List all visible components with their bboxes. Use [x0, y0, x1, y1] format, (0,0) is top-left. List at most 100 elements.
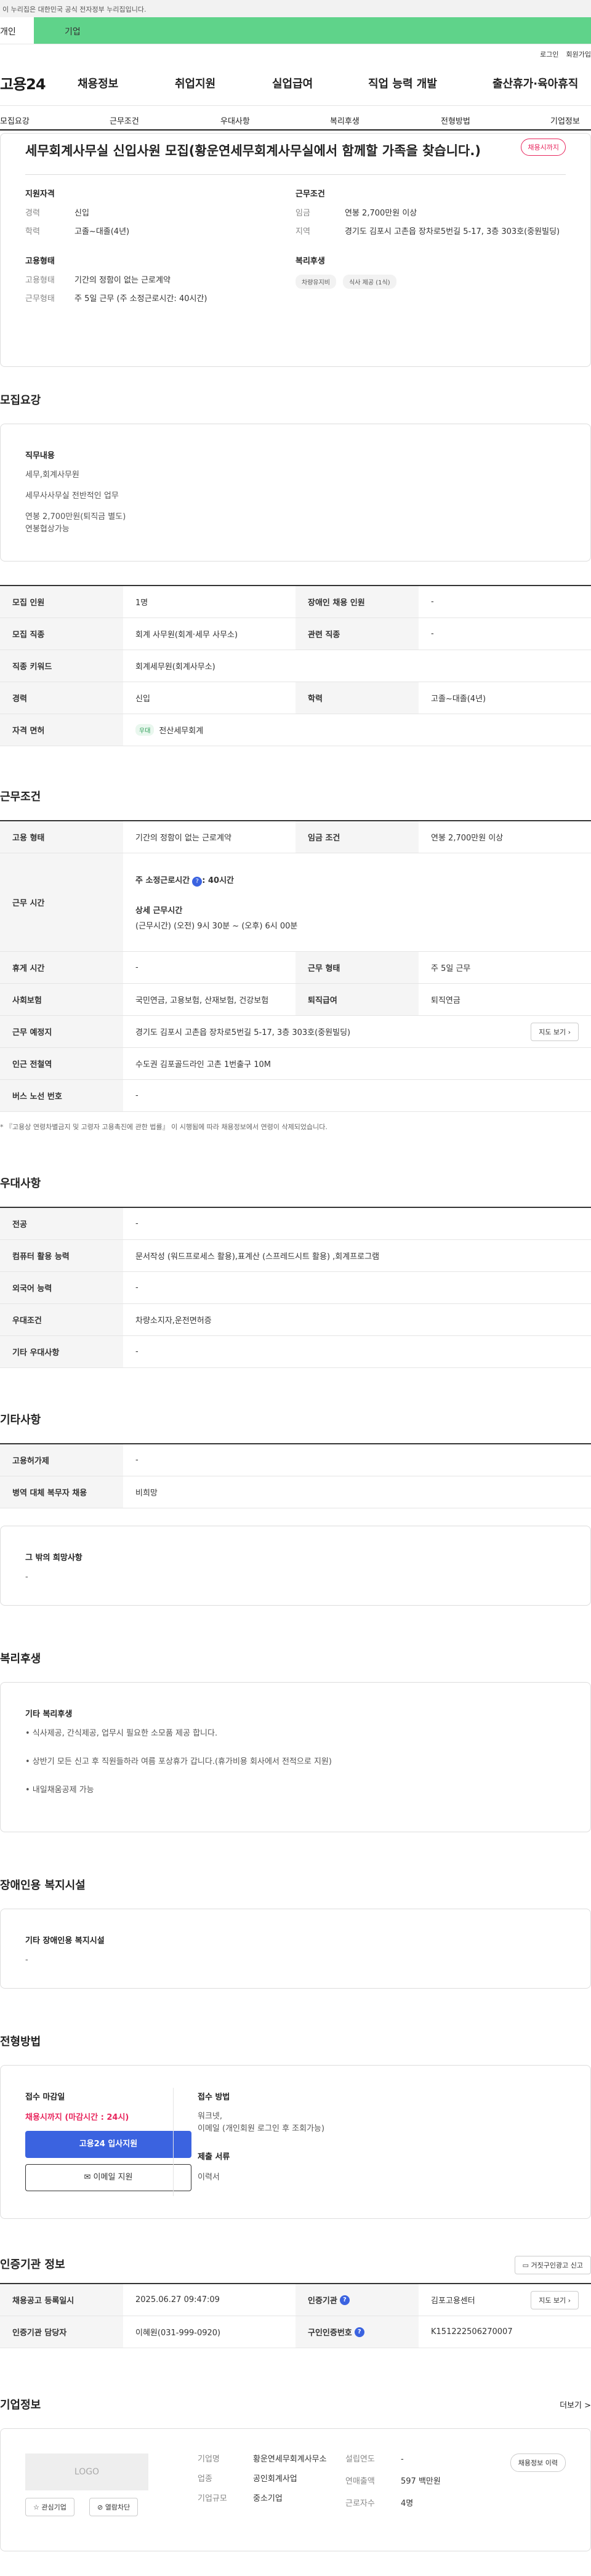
- table-header-cell: 관련 직종: [296, 618, 419, 650]
- table-row: 근무 예정지 경기도 김포시 고촌읍 장차로5번길 5-17, 3층 303호(…: [0, 1016, 591, 1048]
- block-icon: ⊘: [97, 2503, 103, 2511]
- table-header-cell: 기타 우대사항: [0, 1336, 123, 1367]
- table-row: 근무 시간 주 소정근로시간?: 40시간 상세 근무시간 (근무시간) (오전…: [0, 853, 591, 952]
- table-cell: -: [431, 629, 434, 638]
- table-cell: K151222506270007: [431, 2327, 513, 2337]
- duty-line: 연봉협상가능: [25, 525, 70, 534]
- gnb-item-unemployment-benefit[interactable]: 실업급여: [272, 75, 313, 91]
- email-apply-label: 이메일 지원: [93, 2173, 133, 2182]
- cert-number-label: 구인인증번호: [308, 2328, 352, 2338]
- table-header-cell: 직종 키워드: [0, 650, 123, 682]
- section-title-recruit: 모집요강: [0, 394, 41, 407]
- anchor-welfare[interactable]: 복리후생: [330, 115, 360, 126]
- favorite-company-button[interactable]: ☆ 관심기업: [25, 2498, 74, 2516]
- table-cell: -: [135, 963, 139, 972]
- license-value: 전산세무회계: [159, 727, 204, 736]
- false-ad-report-button[interactable]: ▭ 거짓구인광고 신고: [514, 2256, 591, 2274]
- deadline-value: 채용시까지 (마감시간 : 24시): [25, 2113, 129, 2122]
- table-header-cell: 인증기관 담당자: [0, 2316, 123, 2348]
- gnb-item-jobs[interactable]: 채용정보: [78, 75, 118, 91]
- table-header-cell: 병역 대체 복무자 채용: [0, 1476, 123, 1508]
- cond-key: 지역: [296, 227, 310, 236]
- table-cell: -: [135, 1091, 139, 1100]
- tab-company[interactable]: 기업: [34, 17, 591, 44]
- gnb-item-skill-development[interactable]: 직업 능력 개발: [368, 75, 437, 91]
- gov-banner: 이 누리집은 대한민국 공식 전자정부 누리집입니다.: [0, 0, 591, 17]
- cert-org-label: 인증기관: [308, 2296, 337, 2306]
- table-header-cell: 경력: [0, 682, 123, 714]
- map-button-label: 지도 보기: [539, 1028, 566, 1036]
- section-title-pref: 우대사항: [0, 1177, 41, 1190]
- company-key: 기업명: [198, 2455, 220, 2464]
- duty-line: 연봉 2,700만원(퇴직금 별도): [25, 512, 126, 521]
- gnb-item-employment-support[interactable]: 취업지원: [175, 75, 215, 91]
- anchor-company[interactable]: 기업정보: [550, 115, 580, 126]
- pref-table: 전공 - 컴퓨터 활용 능력 문서작성 (워드프로세스 활용),표계산 (스프레…: [0, 1207, 591, 1368]
- map-button[interactable]: 지도 보기 ›: [531, 1022, 579, 1041]
- welfare-box: 기타 복리후생 • 식사제공, 간식제공, 업무시 필요한 소모품 제공 합니다…: [0, 1682, 591, 1832]
- anchor-pref[interactable]: 우대사항: [220, 115, 250, 126]
- table-header-cell: 전공: [0, 1208, 123, 1239]
- table-row: 고용 형태 기간의 정함이 없는 근로계약 임금 조건 연봉 2,700만원 이…: [0, 821, 591, 853]
- join-link[interactable]: 회원가입: [566, 49, 591, 60]
- condition-heading: 근무조건: [296, 190, 325, 199]
- anchor-recruit[interactable]: 모집요강: [0, 115, 30, 126]
- company-box: LOGO ☆ 관심기업 ⊘ 열람차단 기업명 황운연세무회계사무소 업종 공인회계사…: [0, 2428, 591, 2551]
- table-cell: 기간의 정함이 없는 근로계약: [135, 834, 231, 843]
- preferred-chip: 우대: [135, 724, 155, 736]
- table-header-cell: 학력: [296, 682, 419, 714]
- map-button[interactable]: 지도 보기 ›: [531, 2290, 579, 2309]
- anchor-work[interactable]: 근무조건: [110, 115, 139, 126]
- anchor-nav: 모집요강 근무조건 우대사항 복리후생 전형방법 기업정보: [0, 106, 591, 131]
- apply-button[interactable]: 고용24 입사지원: [25, 2131, 191, 2158]
- qual-value: 신입: [74, 209, 89, 218]
- company-key: 기업규모: [198, 2494, 227, 2503]
- tab-personal[interactable]: 개인: [0, 17, 34, 44]
- cond-value: 경기도 김포시 고촌읍 장차로5번길 5-17, 3층 303호(중원빌딩): [345, 227, 560, 236]
- cond-value: 연봉 2,700만원 이상: [345, 209, 417, 218]
- table-cell: 우대 전산세무회계: [123, 714, 591, 746]
- table-row: 직종 키워드 회계세무원(회계사무소): [0, 650, 591, 682]
- weekly-hours-label: 주 소정근로시간: [135, 876, 190, 885]
- welfare-box-heading: 기타 복리후생: [25, 1710, 73, 1719]
- table-header-cell: 인근 전철역: [0, 1048, 123, 1079]
- table-cell: -: [135, 1283, 139, 1292]
- welfare-item: • 상반기 모든 신고 후 직원들하라 여름 포상휴가 갑니다.(휴가비용 회사…: [25, 1757, 332, 1766]
- cert-org-value: 김포고용센터: [431, 2296, 475, 2306]
- map-button-label: 지도 보기: [539, 2296, 566, 2304]
- qualification-heading: 지원자격: [25, 190, 55, 199]
- gnb-item-parental-leave[interactable]: 출산휴가·육아휴직: [492, 75, 578, 91]
- company-more-link[interactable]: 더보기 >: [560, 2399, 591, 2410]
- duty-box: 직무내용 세무,회계사무원 세무사사무실 전반적인 업무 연봉 2,700만원(…: [0, 424, 591, 561]
- anchor-process[interactable]: 전형방법: [441, 115, 470, 126]
- help-icon[interactable]: ?: [192, 877, 203, 887]
- help-icon[interactable]: ?: [339, 2295, 350, 2305]
- age-law-note: * 『고용상 연령차별금지 및 고령자 고용촉진에 관한 법률』 이 시행됨에 …: [0, 1123, 328, 1131]
- util-links: 로그인 회원가입: [0, 44, 591, 60]
- table-cell: 이혜원(031-999-0920): [135, 2328, 221, 2338]
- site-logo[interactable]: 고용24: [0, 72, 46, 94]
- table-header-cell: 임금 조건: [296, 821, 419, 853]
- favorite-label: 관심기업: [41, 2503, 66, 2511]
- table-row: 인증기관 담당자 이혜원(031-999-0920) 구인인증번호? K1512…: [0, 2316, 591, 2348]
- welfare-heading: 복리후생: [296, 257, 325, 266]
- login-link[interactable]: 로그인: [540, 49, 558, 60]
- global-nav: 고용24 채용정보 취업지원 실업급여 직업 능력 개발 출산휴가·육아휴직: [0, 60, 591, 106]
- company-sales-value: 597 백만원: [401, 2477, 441, 2486]
- document-icon: ▭: [522, 2261, 529, 2269]
- emp-value: 주 5일 근무 (주 소정근로시간: 40시간): [74, 294, 207, 304]
- process-box: 접수 마감일 채용시까지 (마감시간 : 24시) 고용24 입사지원 ✉ 이메…: [0, 2065, 591, 2219]
- table-row: 사회보험 국민연금, 고용보험, 산재보험, 건강보험 퇴직급여 퇴직연금: [0, 984, 591, 1016]
- section-title-cert: 인증기관 정보: [0, 2258, 65, 2271]
- table-row: 채용공고 등록일시 2025.06.27 09:47:09 인증기관? 김포고용…: [0, 2284, 591, 2316]
- section-title-company: 기업정보: [0, 2399, 41, 2412]
- block-view-button[interactable]: ⊘ 열람차단: [89, 2498, 139, 2516]
- history-button[interactable]: 채용정보 이력: [510, 2453, 566, 2472]
- email-apply-button[interactable]: ✉ 이메일 지원: [25, 2164, 191, 2191]
- table-header-cell: 사회보험: [0, 984, 123, 1015]
- table-cell: 김포고용센터 지도 보기 ›: [419, 2284, 591, 2316]
- help-icon[interactable]: ?: [354, 2327, 364, 2337]
- table-header-cell: 고용허가제: [0, 1444, 123, 1476]
- false-ad-report-label: 거짓구인광고 신고: [531, 2261, 583, 2269]
- weekly-hours-value: : 40시간: [202, 876, 234, 885]
